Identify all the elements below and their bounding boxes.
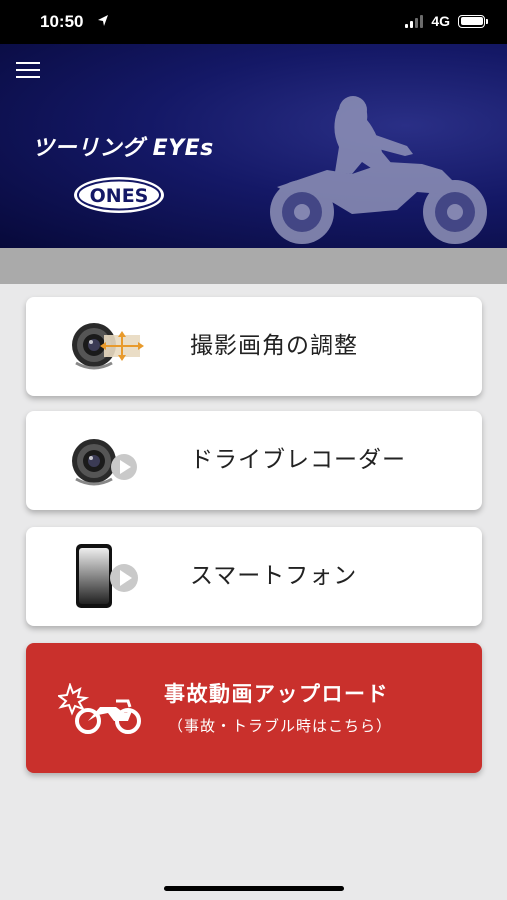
accident-upload-title: 事故動画アップロード — [164, 682, 389, 706]
home-indicator — [164, 886, 344, 891]
drive-recorder-button[interactable]: ドライブレコーダー — [26, 411, 482, 510]
accident-upload-subtitle: （事故・トラブル時はこちら） — [168, 717, 393, 735]
drive-recorder-label: ドライブレコーダー — [190, 447, 406, 473]
smartphone-button[interactable]: スマートフォン — [26, 527, 482, 626]
signal-icon — [405, 14, 424, 28]
app-title: ツーリング EYEs — [32, 136, 214, 161]
smartphone-play-icon — [76, 544, 138, 608]
smartphone-label: スマートフォン — [190, 563, 358, 589]
brand-logo-text: ONES — [90, 185, 149, 207]
motorcycle-crash-icon — [58, 683, 141, 734]
camera-angle-label: 撮影画角の調整 — [190, 333, 358, 359]
status-indicators: 4G — [405, 13, 488, 29]
status-time: 10:50 — [40, 12, 84, 31]
camera-play-icon — [72, 439, 137, 486]
camera-angle-icon — [72, 323, 144, 370]
hamburger-menu-icon[interactable] — [16, 62, 44, 80]
accident-video-upload-button[interactable]: 事故動画アップロード （事故・トラブル時はこちら） — [26, 643, 482, 773]
camera-angle-adjust-button[interactable]: 撮影画角の調整 — [26, 297, 482, 396]
app-header: ツーリング EYEs ONES — [0, 44, 507, 248]
battery-icon — [458, 14, 488, 28]
network-type: 4G — [431, 13, 450, 29]
brand-logo: ONES — [74, 177, 164, 213]
location-arrow-icon — [98, 15, 108, 26]
header-divider-band — [0, 248, 507, 284]
motorcycle-rider-image — [270, 96, 487, 244]
status-bar: 10:50 4G — [0, 0, 507, 44]
